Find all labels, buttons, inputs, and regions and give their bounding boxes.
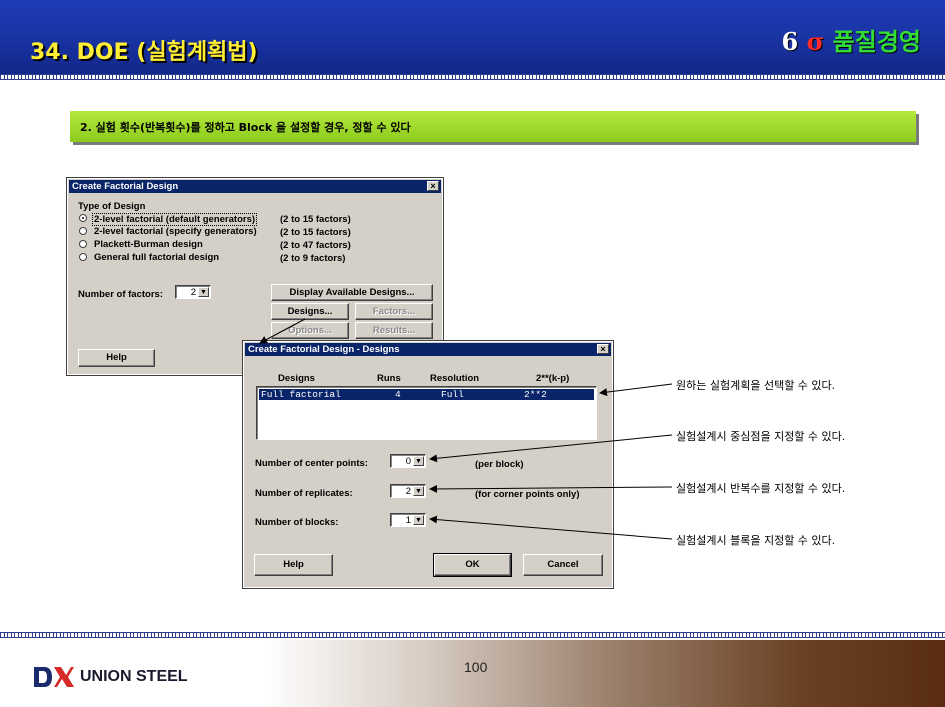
designs-button[interactable]: Designs... <box>271 303 349 320</box>
column-header-runs: Runs <box>377 373 401 384</box>
replicates-value: 2 <box>405 486 411 497</box>
annotation-replicates: 실험설계시 반복수를 지정할 수 있다. <box>676 482 846 495</box>
option-label: General full factorial design <box>94 252 220 263</box>
instruction-banner: 2. 실험 횟수(반복횟수)를 정하고 Block 을 설정할 경우, 정할 수… <box>70 111 916 142</box>
chevron-down-icon[interactable]: ▼ <box>413 515 424 525</box>
dialog-titlebar: Create Factorial Design × <box>69 180 441 193</box>
logo-text: UNION STEEL <box>80 668 188 685</box>
center-points-label: Number of center points: <box>255 458 368 469</box>
blocks-label: Number of blocks: <box>255 517 339 528</box>
radio-2level-default[interactable] <box>79 214 87 222</box>
option-range: (2 to 15 factors) <box>280 214 351 225</box>
help-button[interactable]: Help <box>254 554 333 576</box>
center-points-value: 0 <box>405 456 411 467</box>
radio-2level-specify[interactable] <box>79 227 87 235</box>
greek-key-border-top <box>0 74 945 80</box>
dialog-title: Create Factorial Design <box>72 181 179 192</box>
ok-button[interactable]: OK <box>433 553 512 577</box>
center-points-note: (per block) <box>475 459 524 470</box>
banner-text: 2. 실험 횟수(반복횟수)를 정하고 Block 을 설정할 경우, 정할 수… <box>80 121 411 134</box>
replicates-select[interactable]: 2 ▼ <box>390 484 426 498</box>
slide-title: 34. DOE (실험계획법) <box>30 40 258 65</box>
page-number: 100 <box>464 659 488 675</box>
annotation-center-points: 실험설계시 중심점을 지정할 수 있다. <box>676 430 846 443</box>
blocks-select[interactable]: 1 ▼ <box>390 513 426 527</box>
radio-plackett-burman[interactable] <box>79 240 87 248</box>
greek-key-border-bottom <box>0 632 945 638</box>
replicates-note: (for corner points only) <box>475 489 580 500</box>
close-icon[interactable]: × <box>427 181 439 191</box>
results-button[interactable]: Results... <box>355 322 433 339</box>
number-of-factors-select[interactable]: 2 ▼ <box>175 285 211 299</box>
blocks-value: 1 <box>405 515 411 526</box>
number-of-factors-label: Number of factors: <box>78 289 163 300</box>
chevron-down-icon[interactable]: ▼ <box>413 456 424 466</box>
option-range: (2 to 15 factors) <box>280 227 351 238</box>
radio-general-full[interactable] <box>79 253 87 261</box>
design-name: Full factorial <box>261 389 341 400</box>
chevron-down-icon[interactable]: ▼ <box>413 486 424 496</box>
dialog-titlebar: Create Factorial Design - Designs × <box>245 343 611 356</box>
option-label: 2-level factorial (specify generators) <box>94 226 257 237</box>
designs-list[interactable]: Full factorial 4 Full 2**2 <box>256 386 597 440</box>
design-runs: 4 <box>395 389 401 400</box>
chevron-down-icon[interactable]: ▼ <box>198 287 209 297</box>
column-header-designs: Designs <box>278 373 315 384</box>
column-header-kp: 2**(k-p) <box>536 373 570 384</box>
factors-button[interactable]: Factors... <box>355 303 433 320</box>
sigma-icon: σ <box>806 27 825 56</box>
options-button[interactable]: Options... <box>271 322 349 339</box>
option-range: (2 to 47 factors) <box>280 240 351 251</box>
help-button[interactable]: Help <box>78 349 155 367</box>
dialog-title: Create Factorial Design - Designs <box>248 344 400 355</box>
display-available-designs-button[interactable]: Display Available Designs... <box>271 284 433 301</box>
dk-logo-icon <box>34 667 74 687</box>
designs-subdialog: Create Factorial Design - Designs × Desi… <box>242 340 614 589</box>
brand-text: 품질경영 <box>832 28 921 56</box>
option-range: (2 to 9 factors) <box>280 253 346 264</box>
annotation-blocks: 실험설계시 블록을 지정할 수 있다. <box>676 534 836 547</box>
column-header-resolution: Resolution <box>430 373 480 384</box>
number-of-factors-value: 2 <box>190 287 196 298</box>
union-steel-logo: UNION STEEL <box>24 658 209 694</box>
design-kp: 2**2 <box>524 389 547 400</box>
type-of-design-label: Type of Design <box>78 201 146 212</box>
brand-title: 6 σ 품질경영 <box>782 22 921 57</box>
brand-six: 6 <box>781 27 799 56</box>
slide: 34. DOE (실험계획법) 6 σ 품질경영 2. 실험 횟수(반복횟수)를… <box>0 0 945 707</box>
header-bar: 34. DOE (실험계획법) 6 σ 품질경영 <box>0 0 945 74</box>
center-points-select[interactable]: 0 ▼ <box>390 454 426 468</box>
list-item[interactable]: Full factorial 4 Full 2**2 <box>259 389 594 400</box>
close-icon[interactable]: × <box>597 344 609 354</box>
replicates-label: Number of replicates: <box>255 488 353 499</box>
cancel-button[interactable]: Cancel <box>523 554 603 576</box>
option-label: Plackett-Burman design <box>94 239 203 250</box>
option-label: 2-level factorial (default generators) <box>92 213 258 226</box>
annotation-design: 원하는 실험계획을 선택할 수 있다. <box>676 379 836 392</box>
design-resolution: Full <box>441 389 464 400</box>
footer-bar: UNION STEEL 100 <box>0 640 945 707</box>
